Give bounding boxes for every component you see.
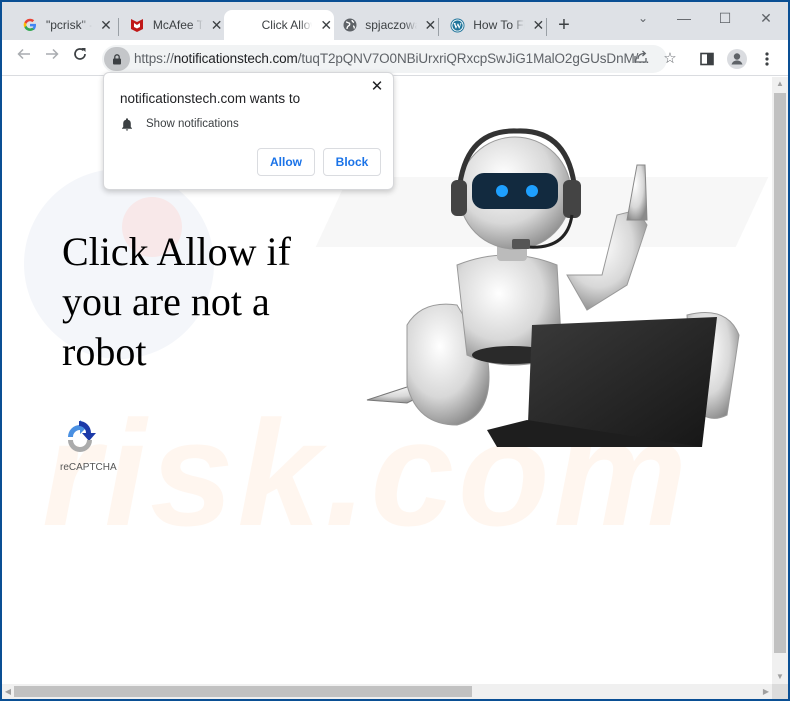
scroll-down-arrow-icon[interactable]: ▼	[772, 670, 788, 684]
forward-arrow-icon	[46, 48, 59, 60]
mcafee-icon	[130, 17, 145, 33]
scroll-left-arrow-icon[interactable]: ◀	[2, 684, 14, 699]
horizontal-scroll-thumb[interactable]	[14, 686, 472, 697]
tab-search-chevron-icon[interactable]: ⌄	[628, 8, 658, 28]
tab-title: McAfee Total Protection	[152, 18, 203, 32]
recaptcha-badge[interactable]: reCAPTCHA	[60, 419, 120, 473]
robot-left-eye	[496, 185, 508, 197]
tab-close-icon[interactable]: ✕	[209, 17, 224, 33]
robot-right-arm	[566, 209, 648, 311]
browser-toolbar: https://notificationstech.com/tuqT2pQNV7…	[2, 40, 788, 76]
robot-right-eye	[526, 185, 538, 197]
minimize-button[interactable]: —	[669, 8, 699, 28]
url-text[interactable]: https://notificationstech.com/tuqT2pQNV7…	[134, 51, 649, 66]
tab-google-search[interactable]: "pcrisk" - Google Search ✕	[8, 10, 116, 40]
tab-mcafee[interactable]: McAfee Total Protection ✕	[116, 10, 224, 40]
robot-visor	[472, 173, 558, 209]
tab-title: "pcrisk" - Google Search	[46, 18, 92, 32]
block-button[interactable]: Block	[323, 148, 381, 176]
tab-title: Click Allow	[261, 18, 313, 32]
permission-row: Show notifications	[120, 117, 239, 131]
headset-mic	[512, 239, 530, 249]
tab-how-to-fix[interactable]: W How To Fix ✕	[436, 10, 546, 40]
profile-avatar-icon[interactable]	[726, 48, 748, 70]
headset-right-ear	[563, 180, 581, 218]
popup-close-icon[interactable]: ✕	[369, 79, 385, 95]
site-info-button[interactable]	[104, 47, 130, 71]
scrollbar-corner	[772, 684, 788, 699]
permission-label: Show notifications	[146, 118, 239, 130]
notification-permission-popup: notificationstech.com wants to ✕ Show no…	[103, 72, 394, 190]
menu-kebab-icon[interactable]	[756, 48, 778, 70]
tab-title: How To Fix	[473, 18, 524, 32]
close-window-button[interactable]: ✕	[751, 8, 781, 28]
globe-icon	[342, 17, 357, 33]
headset-left-ear	[451, 180, 467, 216]
tab-strip: "pcrisk" - Google Search ✕ McAfee Total …	[2, 2, 788, 40]
robot-illustration	[366, 128, 740, 447]
lock-icon	[113, 53, 121, 64]
wordpress-icon: W	[450, 17, 465, 33]
vertical-scroll-thumb[interactable]	[774, 93, 786, 653]
tab-separator	[546, 18, 547, 36]
share-icon[interactable]	[630, 49, 650, 69]
google-icon	[22, 17, 38, 33]
tab-spjaczowa[interactable]: spjaczowa ✕	[328, 10, 438, 40]
reload-button[interactable]	[68, 46, 92, 70]
svg-text:W: W	[453, 20, 462, 30]
scroll-up-arrow-icon[interactable]: ▲	[772, 77, 788, 91]
tab-click-allow[interactable]: Click Allow ✕	[224, 10, 334, 40]
tab-close-icon[interactable]: ✕	[98, 17, 114, 33]
page-headline: Click Allow if you are not a robot	[62, 229, 291, 374]
recaptcha-label: reCAPTCHA	[60, 462, 117, 473]
maximize-button[interactable]: ☐	[710, 8, 740, 28]
browser-window: "pcrisk" - Google Search ✕ McAfee Total …	[2, 2, 788, 699]
forward-button[interactable]	[40, 46, 64, 70]
popup-title: notificationstech.com wants to	[120, 91, 301, 106]
reload-icon	[74, 48, 86, 60]
recaptcha-icon	[68, 420, 96, 452]
side-panel-icon[interactable]	[696, 48, 718, 70]
tab-close-icon[interactable]: ✕	[531, 17, 546, 33]
scroll-right-arrow-icon[interactable]: ▶	[760, 684, 772, 699]
back-arrow-icon	[17, 48, 30, 60]
horizontal-scrollbar[interactable]: ◀ ▶	[2, 684, 772, 699]
robot-finger	[626, 164, 648, 221]
tab-title: spjaczowa	[365, 18, 417, 32]
back-button[interactable]	[12, 46, 36, 70]
bookmark-star-icon[interactable]: ☆	[660, 49, 680, 69]
blank-page-icon	[238, 17, 254, 33]
vertical-scrollbar[interactable]: ▲ ▼	[772, 77, 788, 684]
address-bar[interactable]: https://notificationstech.com/tuqT2pQNV7…	[102, 45, 677, 73]
bell-icon	[122, 118, 132, 131]
new-tab-button[interactable]: +	[552, 14, 576, 38]
allow-button[interactable]: Allow	[257, 148, 315, 176]
